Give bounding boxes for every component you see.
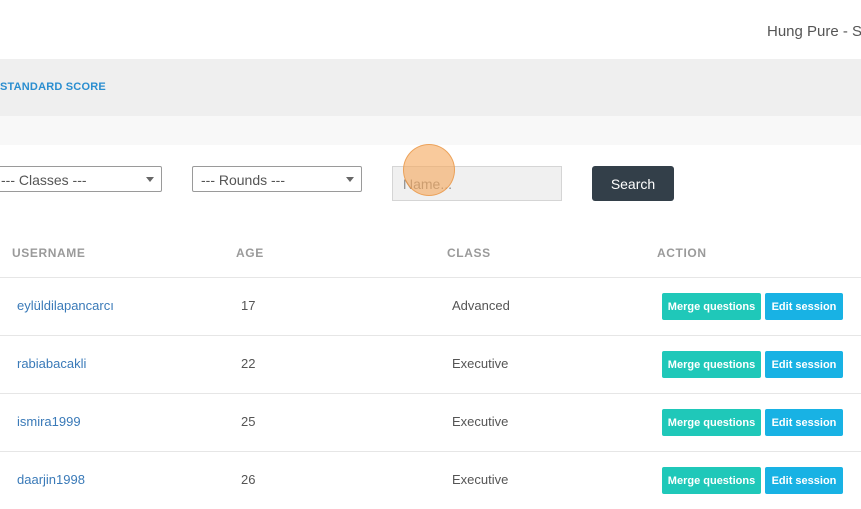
username-link[interactable]: rabiabacakli: [17, 356, 86, 371]
age-cell: 26: [241, 472, 256, 487]
chevron-down-icon: [146, 177, 154, 182]
class-cell: Executive: [452, 414, 509, 429]
merge-questions-button[interactable]: Merge questions: [662, 467, 761, 494]
column-header-class: CLASS: [447, 246, 491, 260]
edit-session-button[interactable]: Edit session: [765, 467, 843, 494]
class-cell: Executive: [452, 356, 509, 371]
class-cell: Advanced: [452, 298, 510, 313]
column-header-action: ACTION: [657, 246, 707, 260]
merge-questions-button[interactable]: Merge questions: [662, 351, 761, 378]
table-row: eylüldilapancarcı 17 Advanced Merge ques…: [0, 277, 861, 335]
nav-bar: STANDARD SCORE: [0, 59, 861, 116]
column-header-username: USERNAME: [12, 246, 86, 260]
merge-questions-button[interactable]: Merge questions: [662, 293, 761, 320]
rounds-select-label: --- Rounds ---: [201, 172, 286, 188]
user-name[interactable]: Hung Pure - S: [767, 23, 861, 40]
nav-link-standard-score[interactable]: STANDARD SCORE: [0, 81, 106, 93]
age-cell: 22: [241, 356, 256, 371]
edit-session-button[interactable]: Edit session: [765, 351, 843, 378]
class-cell: Executive: [452, 472, 509, 487]
table-row: ismira1999 25 Executive Merge questions …: [0, 393, 861, 451]
table-row: daarjin1998 26 Executive Merge questions…: [0, 451, 861, 509]
table-row: rabiabacakli 22 Executive Merge question…: [0, 335, 861, 393]
name-search-input[interactable]: [392, 166, 562, 201]
edit-session-button[interactable]: Edit session: [765, 409, 843, 436]
username-link[interactable]: eylüldilapancarcı: [17, 298, 114, 313]
username-link[interactable]: daarjin1998: [17, 472, 85, 487]
sub-bar: [0, 116, 861, 145]
username-link[interactable]: ismira1999: [17, 414, 81, 429]
classes-select[interactable]: --- Classes ---: [0, 166, 162, 192]
rounds-select[interactable]: --- Rounds ---: [192, 166, 362, 192]
search-button[interactable]: Search: [592, 166, 674, 201]
chevron-down-icon: [346, 177, 354, 182]
age-cell: 17: [241, 298, 256, 313]
merge-questions-button[interactable]: Merge questions: [662, 409, 761, 436]
column-header-age: AGE: [236, 246, 264, 260]
classes-select-label: --- Classes ---: [1, 172, 87, 188]
edit-session-button[interactable]: Edit session: [765, 293, 843, 320]
age-cell: 25: [241, 414, 256, 429]
